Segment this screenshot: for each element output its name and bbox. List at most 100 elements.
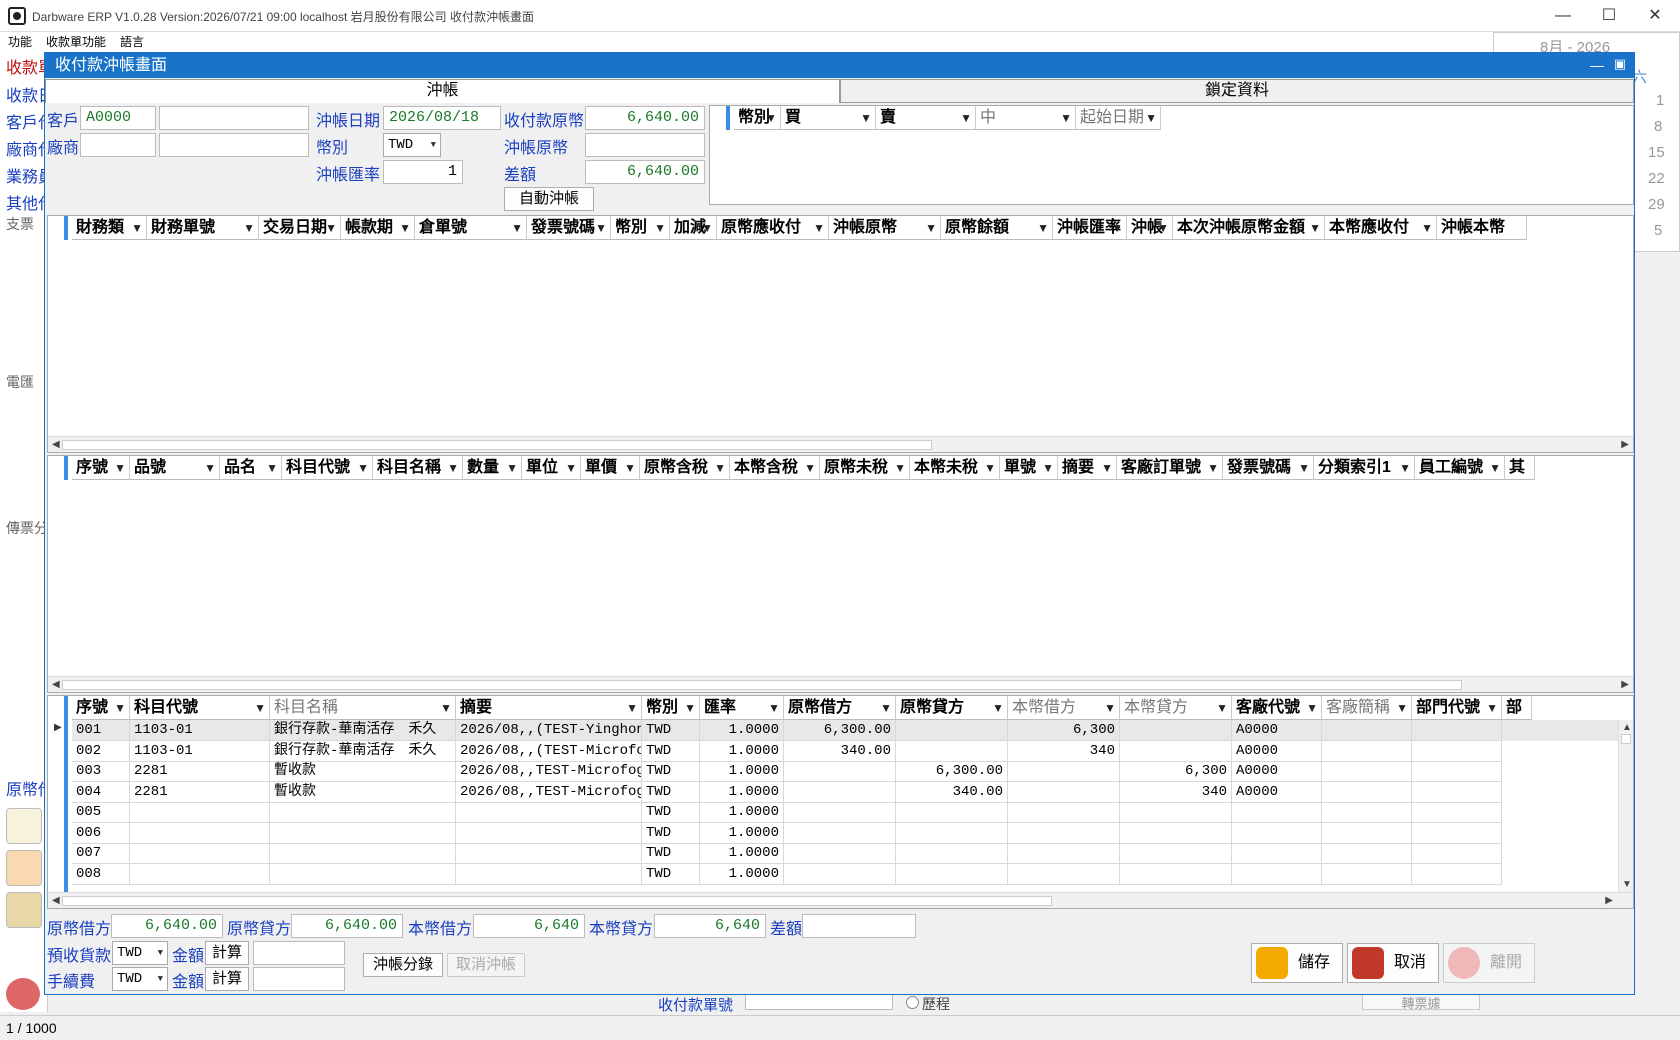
table-cell[interactable]: 2026/08,,TEST-Microfog,T [456,781,642,803]
prepay-calc-button[interactable]: 計算 [205,941,249,965]
offset-entries-button[interactable]: 沖帳分錄 [363,953,443,977]
filter-icon[interactable]: ▼ [765,106,777,129]
table-cell[interactable] [1322,720,1412,741]
table-cell[interactable] [456,822,642,844]
table-cell[interactable] [270,802,456,823]
filter-icon[interactable]: ▼ [654,216,666,239]
column-header[interactable]: 買 ▼ [781,106,876,130]
column-header[interactable]: 本次沖帳原幣金額 ▼ [1173,216,1325,240]
table-cell[interactable] [270,822,456,844]
filter-icon[interactable]: ▼ [1309,216,1321,239]
filter-icon[interactable]: ▼ [357,456,369,479]
filter-icon[interactable]: ▼ [1111,216,1123,239]
filter-icon[interactable]: ▼ [684,696,696,719]
folder-icon[interactable] [6,892,42,928]
column-header[interactable]: 本幣應收付 ▼ [1325,216,1437,240]
table-cell[interactable] [130,802,270,823]
table-cell[interactable] [1322,822,1412,844]
table-cell[interactable] [270,863,456,885]
filter-icon[interactable]: ▼ [894,456,906,479]
table-cell[interactable]: 1.0000 [700,843,784,864]
table-cell[interactable] [1232,843,1322,864]
table-cell[interactable]: 006 [72,822,130,844]
customer-name-field[interactable] [159,106,309,130]
offset-orig-field[interactable] [585,133,705,157]
table-cell[interactable] [1232,802,1322,823]
table-cell[interactable] [1232,863,1322,885]
save-button[interactable]: 儲存 [1251,943,1343,983]
table-cell[interactable] [1412,740,1502,762]
column-header[interactable]: 原幣含稅 ▼ [640,456,730,480]
column-header[interactable]: 財務單號 ▼ [147,216,259,240]
table-cell[interactable] [1232,822,1322,844]
column-header[interactable]: 數量 ▼ [463,456,522,480]
column-header[interactable]: 科目代號 ▼ [282,456,373,480]
column-header[interactable]: 幣別 ▼ [734,106,781,130]
column-header[interactable]: 本幣貸方 ▼ [1120,696,1232,720]
table-cell[interactable] [896,843,1008,864]
column-header[interactable]: 本幣未稅 ▼ [910,456,1000,480]
filter-icon[interactable]: ▼ [626,696,638,719]
table-cell[interactable] [1120,802,1232,823]
column-header[interactable]: 部門代號 ▼ [1412,696,1502,720]
column-header[interactable]: 發票號碼 ▼ [527,216,611,240]
filter-icon[interactable]: ▼ [266,456,278,479]
column-header[interactable]: 中 ▼ [976,106,1076,130]
menu-function[interactable]: 功能 [8,33,32,50]
table-cell[interactable] [1008,761,1120,782]
table-cell[interactable] [1120,720,1232,741]
table-cell[interactable] [1412,781,1502,803]
table-cell[interactable]: 340 [1120,781,1232,803]
filter-icon[interactable]: ▼ [1037,216,1049,239]
table-cell[interactable]: TWD [642,740,700,762]
table-cell[interactable] [1120,822,1232,844]
column-header[interactable]: 品名 ▼ [220,456,282,480]
menu-receipt-functions[interactable]: 收款單功能 [46,33,106,50]
filter-icon[interactable]: ▼ [511,216,523,239]
table-cell[interactable]: 001 [72,720,130,741]
table-cell[interactable] [456,843,642,864]
table-cell[interactable] [1412,802,1502,823]
table-cell[interactable]: A0000 [1232,781,1322,803]
filter-icon[interactable]: ▼ [440,696,452,719]
table-cell[interactable] [1322,863,1412,885]
filter-icon[interactable]: ▼ [1216,696,1228,719]
table-cell[interactable] [1322,761,1412,782]
table-cell[interactable] [1412,863,1502,885]
table-cell[interactable] [1008,781,1120,803]
table-cell[interactable]: 6,300.00 [784,720,896,741]
table-cell[interactable]: A0000 [1232,740,1322,762]
table-cell[interactable] [1008,843,1120,864]
table-cell[interactable] [1008,863,1120,885]
filter-icon[interactable]: ▼ [399,216,411,239]
table-cell[interactable]: TWD [642,781,700,803]
column-header[interactable]: 本幣含稅 ▼ [730,456,820,480]
table-cell[interactable]: 002 [72,740,130,762]
filter-icon[interactable]: ▼ [992,696,1004,719]
difference-field[interactable]: 6,640.00 [585,160,705,184]
table-cell[interactable]: 340.00 [784,740,896,762]
filter-icon[interactable]: ▼ [860,106,872,129]
column-header[interactable]: 幣別 ▼ [611,216,670,240]
table-cell[interactable] [896,863,1008,885]
table-cell[interactable]: A0000 [1232,761,1322,782]
table-cell[interactable]: 2281 [130,781,270,803]
table-cell[interactable]: 003 [72,761,130,782]
table-cell[interactable] [896,822,1008,844]
table-cell[interactable] [896,740,1008,762]
table-cell[interactable]: 2026/08,,TEST-Microfog,T [456,761,642,782]
column-header[interactable]: 序號 ▼ [72,456,130,480]
filter-icon[interactable]: ▼ [1396,696,1408,719]
table-cell[interactable] [1120,843,1232,864]
filter-icon[interactable]: ▼ [1399,456,1411,479]
customer-code-field[interactable]: A0000 [80,106,156,130]
table-cell[interactable] [896,720,1008,741]
column-header[interactable]: 起始日期 ▼ [1076,106,1161,130]
table-cell[interactable]: 1103-01 [130,740,270,762]
vendor-code-field[interactable] [80,133,156,157]
fee-calc-button[interactable]: 計算 [205,967,249,991]
column-header[interactable]: 序號 ▼ [72,696,130,720]
dialog-maximize-button[interactable]: ▣ [1614,56,1626,72]
filter-icon[interactable]: ▼ [984,456,996,479]
table-cell[interactable]: 6,300.00 [896,761,1008,782]
